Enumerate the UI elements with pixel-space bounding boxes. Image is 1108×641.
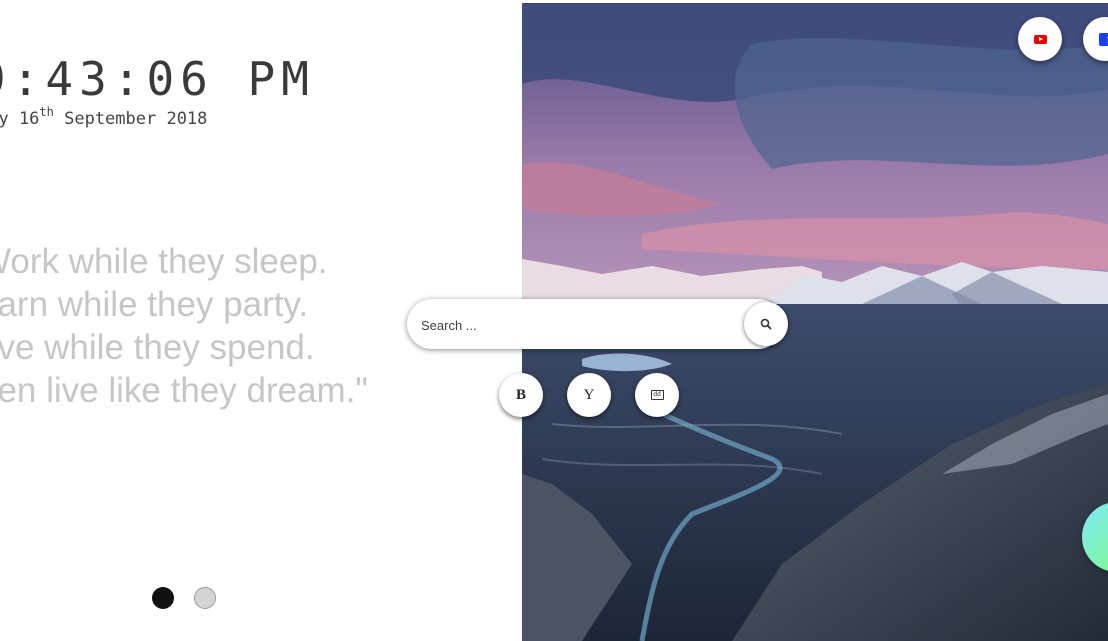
quote-line: Work while they sleep. [0, 240, 368, 283]
youtube-button[interactable] [1018, 17, 1062, 61]
search-input[interactable] [419, 312, 723, 338]
page-dot-2[interactable] [194, 587, 216, 609]
date-rest: September 2018 [54, 109, 208, 129]
clock-time: 9:43:06 PM [0, 52, 315, 106]
page-dot-1[interactable] [152, 587, 174, 609]
quote-line: hen live like they dream." [0, 369, 368, 412]
search-button[interactable] [744, 302, 788, 346]
duckduckgo-search-button[interactable]: dd [635, 373, 679, 417]
quote: Work while they sleep. earn while they p… [0, 240, 368, 412]
date-ordinal-suffix: th [39, 105, 53, 119]
search-icon [760, 318, 772, 330]
quote-line: ave while they spend. [0, 326, 368, 369]
duckduckgo-icon: dd [651, 390, 664, 400]
quote-line: earn while they party. [0, 283, 368, 326]
search-bar [407, 299, 783, 349]
bing-search-button[interactable]: B [499, 373, 543, 417]
yahoo-search-button[interactable]: Y [567, 373, 611, 417]
youtube-icon [1034, 35, 1047, 44]
facebook-icon: f [1099, 33, 1108, 46]
clock-date: day 16th September 2018 [0, 109, 207, 129]
date-day: day 16 [0, 109, 39, 129]
page-dots [152, 587, 216, 609]
